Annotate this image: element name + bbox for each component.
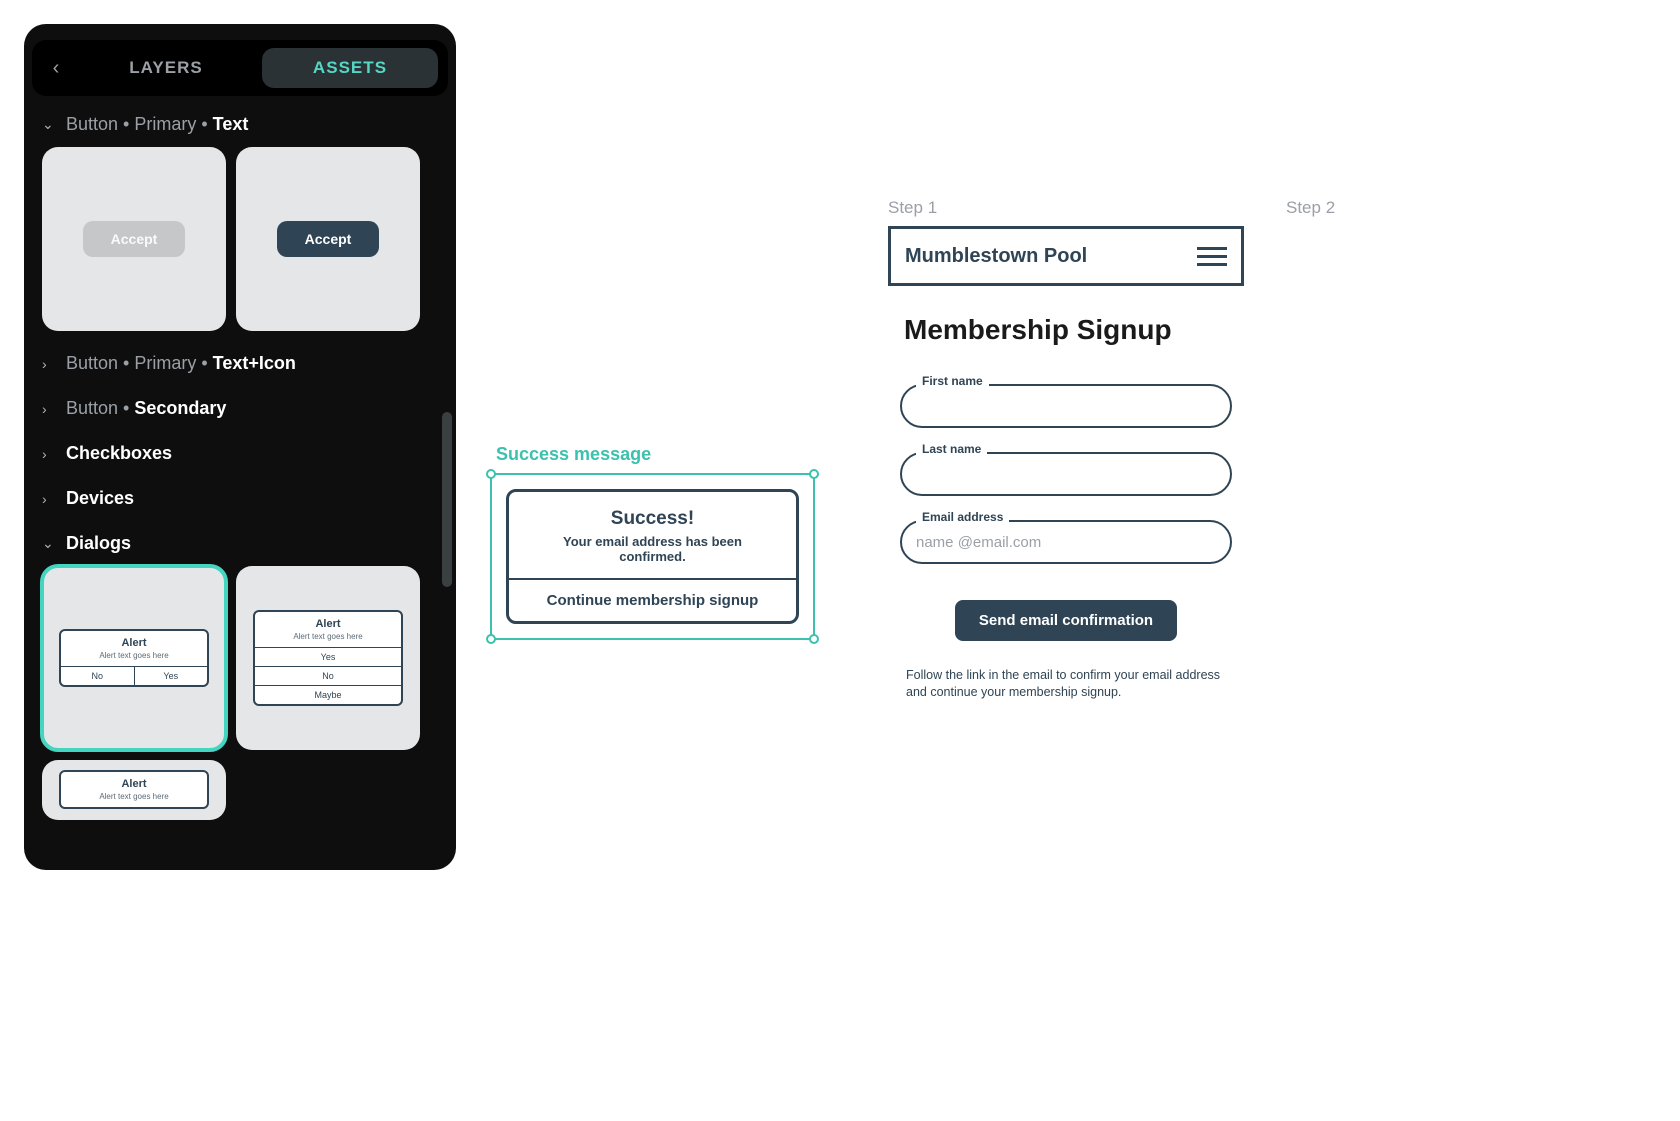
asset-grid-dialogs: Alert Alert text goes here No Yes Alert …	[24, 566, 456, 820]
caret-right-icon: ›	[42, 401, 56, 417]
resize-handle-br[interactable]	[809, 634, 819, 644]
dialog-thumb-sub: Alert text goes here	[255, 632, 401, 647]
dialog-thumb-opt: No	[255, 667, 401, 685]
success-body: Your email address has been confirmed.	[509, 534, 796, 578]
dialog-thumb-partial: Alert Alert text goes here	[59, 770, 209, 809]
step-2-label: Step 2	[1286, 198, 1335, 218]
tree-row-button-primary-texticon[interactable]: › Button • Primary • Text+Icon	[24, 341, 456, 386]
field-first-name: First name	[900, 384, 1232, 428]
asset-dialog-2option[interactable]: Alert Alert text goes here No Yes	[42, 566, 226, 750]
hamburger-icon[interactable]	[1197, 247, 1227, 266]
success-action[interactable]: Continue membership signup	[509, 578, 796, 621]
site-header: Mumblestown Pool	[888, 226, 1244, 286]
caret-right-icon: ›	[42, 491, 56, 507]
selection-frame[interactable]: Success! Your email address has been con…	[490, 473, 815, 640]
asset-button-enabled[interactable]: Accept	[236, 147, 420, 331]
tree-row-dialogs[interactable]: ⌄ Dialogs	[24, 521, 456, 566]
tree-bold: Text	[213, 114, 249, 134]
node-caption: Success message	[490, 444, 815, 465]
dialog-thumb-title: Alert	[255, 612, 401, 632]
resize-handle-tr[interactable]	[809, 469, 819, 479]
dialog-thumb-no: No	[61, 667, 135, 685]
dialog-thumb-sub: Alert text goes here	[61, 792, 207, 807]
asset-dialog-partial[interactable]: Alert Alert text goes here	[42, 760, 226, 820]
tree-row-button-secondary[interactable]: › Button • Secondary	[24, 386, 456, 431]
dialog-thumb-title: Alert	[61, 631, 207, 651]
panel-tabs: ‹ LAYERS ASSETS	[32, 40, 448, 96]
dialog-thumb-3option: Alert Alert text goes here Yes No Maybe	[253, 610, 403, 706]
field-email: Email address	[900, 520, 1232, 564]
tab-layers[interactable]: LAYERS	[78, 48, 254, 88]
tree-prefix: Button • Primary •	[66, 353, 213, 373]
caret-down-icon: ⌄	[42, 116, 56, 133]
dialog-thumb-2option: Alert Alert text goes here No Yes	[59, 629, 209, 687]
label-first-name: First name	[916, 374, 989, 388]
send-confirmation-button[interactable]: Send email confirmation	[955, 600, 1177, 641]
success-dialog: Success! Your email address has been con…	[506, 489, 799, 624]
thumb-button-disabled: Accept	[83, 221, 186, 257]
caret-down-icon: ⌄	[42, 535, 56, 552]
signup-form: First name Last name Email address Send …	[900, 360, 1232, 701]
back-button[interactable]: ‹	[42, 54, 70, 82]
thumb-button-enabled: Accept	[277, 221, 380, 257]
tree-row-button-primary-text[interactable]: ⌄ Button • Primary • Text	[24, 102, 456, 147]
dialog-thumb-opt: Yes	[255, 648, 401, 666]
input-email[interactable]	[900, 520, 1232, 564]
tree-row-devices[interactable]: › Devices	[24, 476, 456, 521]
label-email: Email address	[916, 510, 1009, 524]
dialog-thumb-sub: Alert text goes here	[61, 651, 207, 666]
canvas-success-node[interactable]: Success message Success! Your email addr…	[490, 444, 815, 640]
tree-bold: Checkboxes	[66, 443, 172, 464]
label-last-name: Last name	[916, 442, 987, 456]
helper-text: Follow the link in the email to confirm …	[900, 667, 1232, 701]
resize-handle-tl[interactable]	[486, 469, 496, 479]
form-heading: Membership Signup	[904, 314, 1172, 346]
tree-bold: Devices	[66, 488, 134, 509]
dialog-thumb-opt: Maybe	[255, 686, 401, 704]
step-1-label: Step 1	[888, 198, 937, 218]
input-last-name[interactable]	[900, 452, 1232, 496]
success-title: Success!	[509, 492, 796, 534]
asset-button-disabled[interactable]: Accept	[42, 147, 226, 331]
resize-handle-bl[interactable]	[486, 634, 496, 644]
tree-bold: Dialogs	[66, 533, 131, 554]
tree-bold: Text+Icon	[213, 353, 296, 373]
chevron-left-icon: ‹	[53, 57, 60, 80]
field-last-name: Last name	[900, 452, 1232, 496]
input-first-name[interactable]	[900, 384, 1232, 428]
tree-row-checkboxes[interactable]: › Checkboxes	[24, 431, 456, 476]
asset-dialog-3option[interactable]: Alert Alert text goes here Yes No Maybe	[236, 566, 420, 750]
tree-bold: Secondary	[134, 398, 226, 418]
dialog-thumb-title: Alert	[61, 772, 207, 792]
tab-assets[interactable]: ASSETS	[262, 48, 438, 88]
steps-row: Step 1	[888, 198, 1348, 218]
tree-prefix: Button • Primary •	[66, 114, 213, 134]
asset-grid-buttons: Accept Accept	[24, 147, 456, 341]
panel-body: ⌄ Button • Primary • Text Accept Accept …	[24, 102, 456, 860]
dialog-thumb-yes: Yes	[135, 667, 208, 685]
tree-prefix: Button •	[66, 398, 134, 418]
scrollbar-thumb[interactable]	[442, 412, 452, 587]
caret-right-icon: ›	[42, 446, 56, 462]
site-title: Mumblestown Pool	[905, 245, 1087, 268]
caret-right-icon: ›	[42, 356, 56, 372]
assets-panel: ‹ LAYERS ASSETS ⌄ Button • Primary • Tex…	[24, 24, 456, 870]
